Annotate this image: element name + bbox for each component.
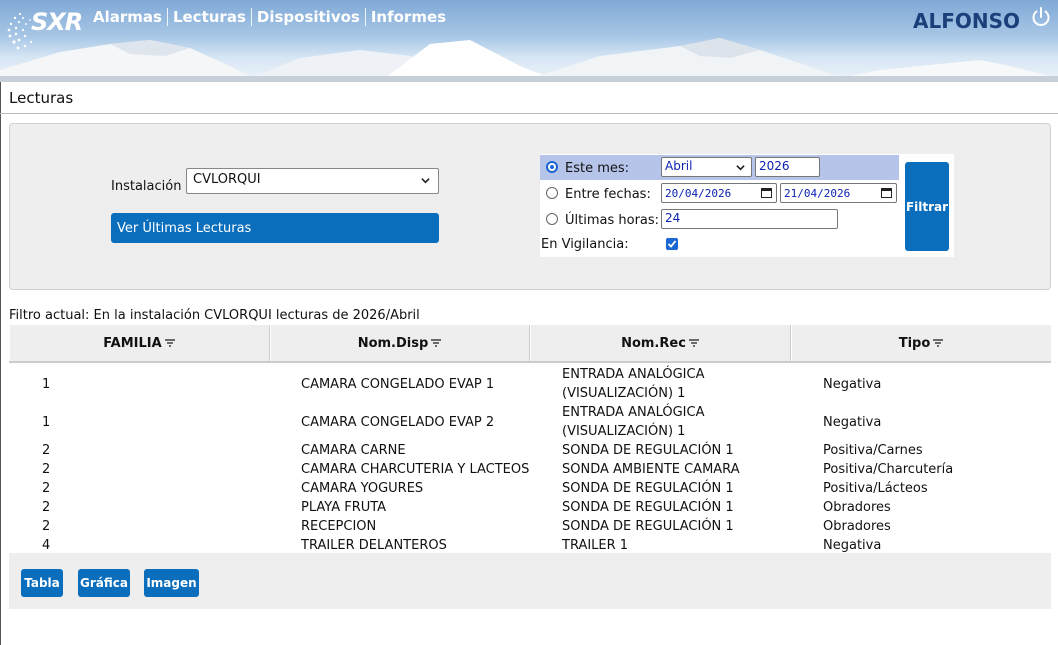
table-cell: 1 — [42, 414, 51, 430]
ultimas-horas-input[interactable]: 24 — [661, 209, 838, 229]
calendar-icon[interactable] — [881, 187, 892, 198]
table-cell: Negativa — [823, 376, 882, 392]
power-icon[interactable] — [1030, 6, 1052, 28]
col-header-label: FAMILIA — [103, 335, 162, 351]
filter-sort-icon[interactable] — [430, 338, 442, 348]
table-cell: CAMARA CHARCUTERIA Y LACTEOS — [301, 462, 530, 477]
table-cell: 1 — [42, 376, 51, 392]
table-cell: SONDA DE REGULACIÓN 1 — [562, 443, 734, 458]
mes-value: Abril — [665, 159, 693, 173]
col-header-nom-rec[interactable]: Nom.Rec — [530, 325, 791, 361]
table-row[interactable]: 2 PLAYA FRUTA SONDA DE REGULACIÓN 1 Obrador… — [9, 498, 1051, 517]
table-cell: 2 — [42, 443, 51, 458]
table-cell: 2 — [42, 500, 51, 515]
table-cell: ENTRADA ANALÓGICA (VISUALIZACIÓN) 1 — [562, 367, 705, 401]
table-cell: Obradores — [823, 500, 891, 515]
table-cell: Positiva/Carnes — [823, 443, 923, 458]
table-cell: PLAYA FRUTA — [301, 500, 387, 515]
app-header: SXR Alarmas Lecturas Dispositivos Inform… — [0, 0, 1058, 82]
instalacion-label: Instalación — [111, 179, 182, 194]
table-row[interactable]: 2 CAMARA YOGURES SONDA DE REGULACIÓN 1 Posi… — [9, 479, 1051, 498]
filter-sort-icon[interactable] — [688, 338, 700, 348]
table-cell: SONDA DE REGULACIÓN 1 — [562, 500, 734, 515]
ver-ultimas-lecturas-button[interactable]: Ver Últimas Lecturas — [111, 213, 439, 243]
table-cell: Negativa — [823, 414, 882, 430]
table-cell: SONDA DE REGULACIÓN 1 — [562, 519, 734, 534]
filter-sort-icon[interactable] — [164, 338, 176, 348]
table-row[interactable]: 1 CAMARA CONGELADO EVAP 2 ENTRADA ANALÓGIC… — [9, 403, 1051, 441]
nav-alarmas[interactable]: Alarmas — [88, 8, 168, 26]
col-header-nom-disp[interactable]: Nom.Disp — [270, 325, 530, 361]
table-cell: 2 — [42, 481, 51, 496]
filtrar-button[interactable]: Filtrar — [905, 162, 949, 251]
entre-fechas-label: Entre fechas: — [565, 187, 651, 202]
col-header-tipo[interactable]: Tipo — [791, 325, 1051, 361]
este-mes-label: Este mes: — [565, 161, 630, 176]
filter-sort-icon[interactable] — [932, 338, 944, 348]
table-cell: CAMARA YOGURES — [301, 481, 424, 496]
imagen-button[interactable]: Imagen — [144, 569, 199, 597]
user-name: ALFONSO — [912, 9, 1020, 33]
fecha-desde-value: 20/04/2026 — [665, 187, 732, 200]
page-title: Lecturas — [9, 89, 74, 107]
check-icon — [667, 240, 677, 248]
table-row[interactable]: 2 RECEPCION SONDA DE REGULACIÓN 1 Obradores — [9, 517, 1051, 536]
table-cell: CAMARA CONGELADO EVAP 2 — [301, 414, 495, 430]
radio-este-mes[interactable] — [546, 161, 558, 173]
table-cell: CAMARA CARNE — [301, 443, 406, 458]
main-nav: Alarmas Lecturas Dispositivos Informes — [88, 8, 451, 26]
calendar-icon[interactable] — [761, 187, 772, 198]
instalacion-value: CVLORQUI — [193, 172, 261, 187]
grafica-button[interactable]: Gráfica — [78, 569, 130, 597]
table-cell: SONDA AMBIENTE CAMARA — [562, 462, 740, 477]
table-body: 1 CAMARA CONGELADO EVAP 1 ENTRADA ANALÓGIC… — [9, 365, 1051, 555]
table-row[interactable]: 1 CAMARA CONGELADO EVAP 1 ENTRADA ANALÓGIC… — [9, 365, 1051, 403]
table-cell: 2 — [42, 519, 51, 534]
view-footer: Tabla Gráfica Imagen — [9, 553, 1051, 609]
nav-informes[interactable]: Informes — [366, 8, 451, 26]
table-cell: RECEPCION — [301, 519, 377, 534]
table-cell: CAMARA CONGELADO EVAP 1 — [301, 376, 495, 392]
chevron-down-icon — [736, 165, 745, 171]
table-row[interactable]: 2 CAMARA CARNE SONDA DE REGULACIÓN 1 Positi… — [9, 441, 1051, 460]
table-cell: SONDA DE REGULACIÓN 1 — [562, 481, 734, 496]
radio-ultimas-horas[interactable] — [546, 213, 558, 225]
col-header-label: Nom.Rec — [621, 335, 686, 351]
anio-input[interactable]: 2026 — [755, 157, 820, 177]
col-header-label: Nom.Disp — [357, 335, 429, 351]
instalacion-select[interactable]: CVLORQUI — [186, 168, 439, 194]
table-cell: Obradores — [823, 519, 891, 534]
fecha-hasta-value: 21/04/2026 — [784, 187, 851, 200]
col-header-familia[interactable]: FAMILIA — [9, 325, 270, 361]
nav-dispositivos[interactable]: Dispositivos — [252, 8, 366, 26]
table-cell: ENTRADA ANALÓGICA (VISUALIZACIÓN) 1 — [562, 405, 705, 439]
date-filter-box: Este mes: Abril 2026 Entre fechas: 20/04… — [540, 154, 954, 257]
table-header: FAMILIA Nom.Disp Nom.Rec Tipo — [9, 325, 1051, 363]
ultimas-horas-label: Últimas horas: — [565, 213, 660, 228]
col-header-label: Tipo — [898, 335, 931, 351]
table-row[interactable]: 2 CAMARA CHARCUTERIA Y LACTEOS SONDA AMBIE… — [9, 460, 1051, 479]
tabla-button[interactable]: Tabla — [21, 569, 63, 597]
table-cell: Positiva/Charcutería — [823, 462, 954, 477]
chevron-down-icon — [421, 178, 430, 184]
fecha-desde-input[interactable]: 20/04/2026 — [661, 183, 777, 203]
radio-entre-fechas[interactable] — [546, 187, 558, 199]
mes-select[interactable]: Abril — [661, 157, 752, 177]
vigilancia-checkbox[interactable] — [666, 238, 678, 250]
page-title-bar: Lecturas — [0, 82, 1058, 114]
window-edge — [0, 82, 1, 645]
table-cell: 2 — [42, 462, 51, 477]
fecha-hasta-input[interactable]: 21/04/2026 — [780, 183, 897, 203]
vigilancia-label: En Vigilancia: — [541, 237, 629, 252]
filter-panel: Instalación CVLORQUI Ver Últimas Lectura… — [9, 123, 1051, 290]
filtro-actual: Filtro actual: En la instalación CVLORQU… — [9, 308, 420, 323]
table-cell: Positiva/Lácteos — [823, 481, 928, 496]
logo-text: SXR — [31, 8, 83, 36]
nav-lecturas[interactable]: Lecturas — [168, 8, 252, 26]
